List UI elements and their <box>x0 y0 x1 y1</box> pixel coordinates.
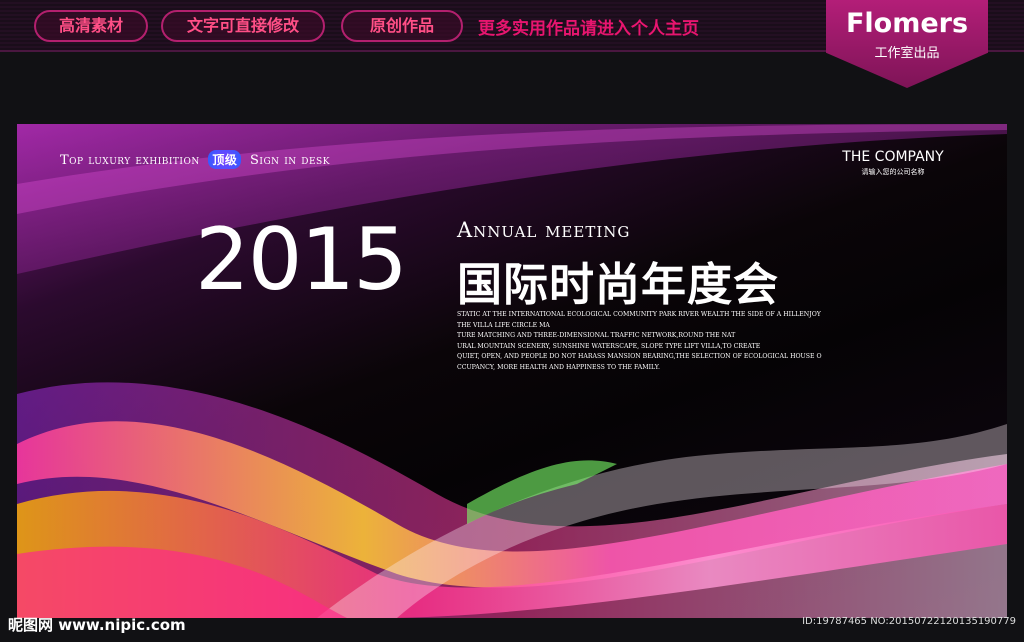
top-grade-badge: 顶级 <box>208 150 242 169</box>
company-block: THE COMPANY 请输入您的公司名称 <box>833 149 953 177</box>
homepage-tagline-link[interactable]: 更多实用作品请进入个人主页 <box>478 14 699 39</box>
top-left-after: Sign in desk <box>250 153 330 168</box>
original-work-pill[interactable]: 原创作品 <box>341 10 463 42</box>
event-title: 国际时尚年度会 <box>457 258 780 311</box>
description-line: THE VILLA LIFE CIRCLE MA <box>457 321 550 329</box>
description-text: STATIC AT THE INTERNATIONAL ECOLOGICAL C… <box>457 310 857 373</box>
brand-badge[interactable]: Flomers 工作室出品 <box>826 0 988 88</box>
top-left-heading: Top luxury exhibition 顶级 Sign in desk <box>60 150 330 169</box>
image-id-text: ID:19787465 NO:20150722120135190779 <box>802 616 1016 627</box>
site-watermark: 昵图网 www.nipic.com <box>8 616 186 634</box>
company-name: THE COMPANY <box>842 149 944 165</box>
description-line: TURE MATCHING AND THREE-DIMENSIONAL TRAF… <box>457 332 736 339</box>
brand-subtitle: 工作室出品 <box>874 46 940 61</box>
annual-meeting-banner: Top luxury exhibition 顶级 Sign in desk TH… <box>17 124 1007 618</box>
hd-material-pill[interactable]: 高清素材 <box>34 10 148 42</box>
year-heading: 2015 <box>195 210 408 310</box>
company-subtitle: 请输入您的公司名称 <box>861 168 925 176</box>
annual-meeting-subtitle: Annual meeting <box>457 218 631 242</box>
description-line: QUIET, OPEN, AND PEOPLE DO NOT HARASS MA… <box>457 353 822 360</box>
brand-name: Flomers <box>845 8 969 39</box>
description-line: STATIC AT THE INTERNATIONAL ECOLOGICAL C… <box>457 311 821 318</box>
top-bar: 高清素材 文字可直接修改 原创作品 更多实用作品请进入个人主页 Flomers … <box>0 0 1024 88</box>
description-line: URAL MOUNTAIN SCENERY, SUNSHINE WATERSCA… <box>457 342 761 350</box>
description-line: CCUPANCY, MORE HEALTH AND HAPPINESS TO T… <box>457 363 660 371</box>
top-left-before: Top luxury exhibition <box>60 153 200 168</box>
editable-text-pill[interactable]: 文字可直接修改 <box>161 10 325 42</box>
